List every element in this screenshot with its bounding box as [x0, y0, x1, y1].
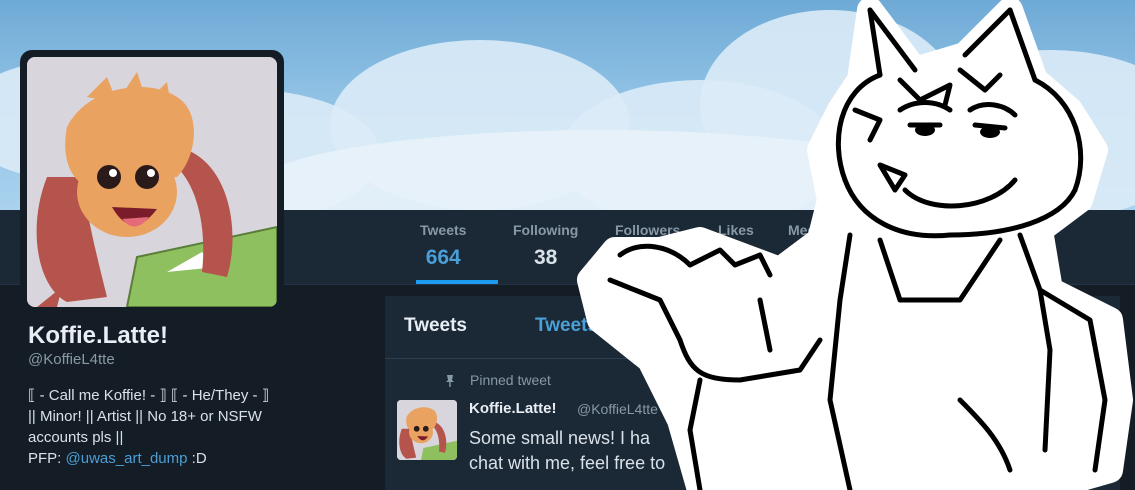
stat-likes[interactable]: Likes: [718, 222, 754, 246]
pfp-prefix: PFP:: [28, 450, 66, 467]
profile-bio: ⟦ - Call me Koffie! - ⟧ ⟦ - He/They - ⟧ …: [28, 385, 368, 469]
tweet-avatar[interactable]: [397, 400, 457, 460]
bio-line: accounts pls ||: [28, 429, 124, 446]
tab-tweets[interactable]: Tweets: [404, 315, 467, 337]
stat-label: Likes: [718, 222, 754, 238]
stat-value: 664: [425, 246, 461, 269]
bio-line: ⟦ - Call me Koffie! - ⟧ ⟦ - He/They - ⟧: [28, 387, 270, 404]
tweet-text-line: chat with me, feel free to: [469, 453, 666, 473]
avatar-image: [27, 57, 277, 307]
tweet-text: Some small news! I ha chat with me, feel…: [469, 426, 1109, 476]
bio-pfp-line: PFP: @uwas_art_dump :D: [28, 448, 368, 469]
profile-handle: @KoffieL4tte: [28, 351, 115, 368]
timeline-panel: Tweets Tweets ••• Pinned tweet Koffie.La…: [385, 296, 1120, 490]
tweet-author-handle[interactable]: @KoffieL4tte: [577, 401, 658, 417]
profile-avatar[interactable]: [20, 50, 284, 314]
stat-media[interactable]: Media: [788, 222, 828, 246]
timeline-tabs: Tweets Tweets •••: [385, 296, 1120, 359]
pin-icon: [446, 375, 454, 387]
stat-followers[interactable]: Followers: [615, 222, 680, 246]
profile-page: Tweets 664 Following 38 Followers Likes …: [0, 0, 1135, 490]
stat-following[interactable]: Following 38: [513, 222, 578, 270]
more-dots-icon[interactable]: •••: [1080, 318, 1102, 339]
stat-label: Tweets: [420, 222, 467, 238]
pfp-credit-link[interactable]: @uwas_art_dump: [66, 450, 188, 467]
stat-tweets[interactable]: Tweets 664: [420, 222, 466, 270]
stat-label: Followers: [615, 222, 681, 238]
stat-label: Following: [513, 222, 579, 238]
bio-line: || Minor! || Artist || No 18+ or NSFW: [28, 408, 262, 425]
active-tab-indicator: [416, 280, 498, 284]
profile-name: Koffie.Latte!: [28, 322, 168, 349]
tweet-text-line: Some small news! I ha: [469, 428, 651, 448]
pinned-label: Pinned tweet: [470, 372, 551, 388]
pfp-suffix: :D: [187, 450, 207, 467]
tab-tweets-replies[interactable]: Tweets: [535, 315, 598, 337]
stat-value: 38: [533, 246, 558, 269]
tweet-author-name[interactable]: Koffie.Latte!: [469, 400, 557, 417]
stat-label: Media: [788, 222, 828, 238]
